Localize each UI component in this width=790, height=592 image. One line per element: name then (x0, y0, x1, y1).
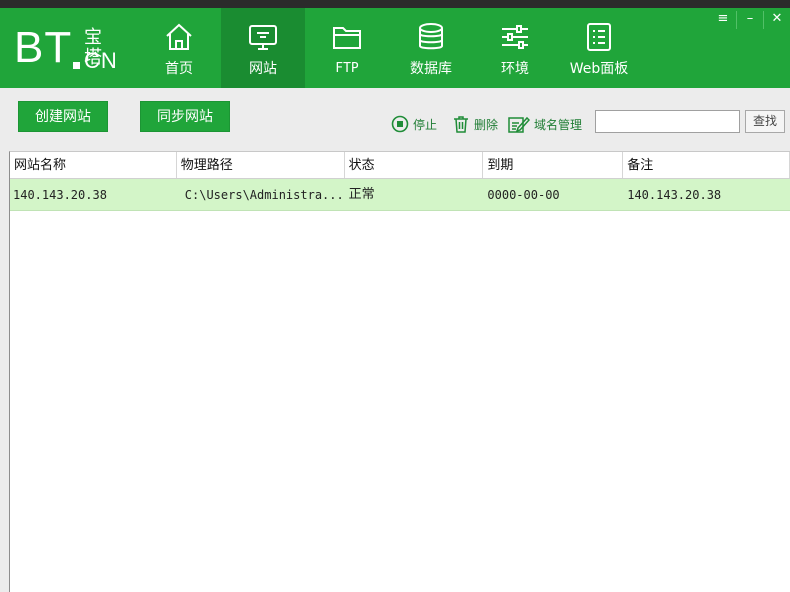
database-icon (419, 23, 443, 50)
logo-main: BT (14, 23, 73, 72)
domain-manage-button[interactable]: 域名管理 (508, 115, 582, 133)
list-icon (587, 23, 611, 51)
title-strip (0, 0, 790, 8)
menu-icon[interactable]: ≡ (710, 8, 736, 30)
nav-item-website[interactable]: 网站 (221, 8, 305, 88)
cell-expiry[interactable]: 0000-00-00 (483, 179, 623, 210)
sync-site-button[interactable]: 同步网站 (140, 101, 230, 132)
stop-label: 停止 (413, 117, 438, 132)
home-icon (166, 23, 192, 50)
window-controls: ≡ – ✕ (710, 8, 790, 32)
nav-item-home[interactable]: 首页 (137, 8, 221, 88)
column-header-site-name[interactable]: 网站名称 (10, 152, 177, 178)
cell-remark[interactable]: 140.143.20.38 (623, 179, 790, 210)
stop-icon (391, 115, 409, 133)
nav-label-environment: 环境 (501, 61, 529, 77)
table-header: 网站名称 物理路径 状态 到期 备注 (10, 152, 790, 179)
site-table: 网站名称 物理路径 状态 到期 备注 140.143.20.38 C:\User… (9, 151, 790, 592)
nav-label-ftp: FTP (335, 61, 359, 76)
search-input[interactable] (595, 110, 740, 133)
column-header-expiry[interactable]: 到期 (483, 152, 624, 178)
monitor-icon (249, 25, 277, 50)
minimize-button[interactable]: – (737, 8, 763, 30)
close-button[interactable]: ✕ (764, 8, 790, 30)
search-button[interactable]: 查找 (745, 110, 785, 133)
domain-manage-label: 域名管理 (534, 117, 583, 132)
nav-item-environment[interactable]: 环境 (473, 8, 557, 88)
create-site-button[interactable]: 创建网站 (18, 101, 108, 132)
delete-label: 删除 (474, 117, 499, 132)
nav-item-database[interactable]: 数据库 (389, 8, 473, 88)
toolbar: 创建网站 同步网站 停止 删除 域名管理 查找 (0, 88, 790, 150)
nav-item-ftp[interactable]: FTP (305, 8, 389, 88)
nav-label-webpanel: Web面板 (569, 61, 629, 77)
nav-label-website: 网站 (249, 61, 277, 77)
delete-button[interactable]: 删除 (452, 115, 498, 133)
nav-item-webpanel[interactable]: Web面板 (557, 8, 641, 88)
cell-status[interactable]: 正常 (345, 179, 484, 210)
nav-label-database: 数据库 (410, 61, 452, 77)
nav-label-home: 首页 (165, 61, 193, 77)
edit-icon (508, 116, 530, 133)
cell-path: C:\Users\Administra... (184, 188, 344, 202)
sliders-icon (502, 25, 528, 49)
column-header-path[interactable]: 物理路径 (177, 152, 345, 178)
column-header-remark[interactable]: 备注 (623, 152, 790, 178)
main-nav: 首页 网站 FTP 数据库 环境 Web面板 (137, 8, 641, 88)
logo-cn-bottom: CN (84, 48, 118, 73)
cell-site-name: 140.143.20.38 (13, 188, 107, 202)
logo-dot (73, 62, 80, 69)
folder-icon (333, 27, 361, 49)
stop-button[interactable]: 停止 (391, 115, 437, 133)
table-row[interactable]: 140.143.20.38 C:\Users\Administra... 正常 … (10, 179, 790, 211)
trash-icon (454, 116, 468, 133)
column-header-status[interactable]: 状态 (345, 152, 484, 178)
